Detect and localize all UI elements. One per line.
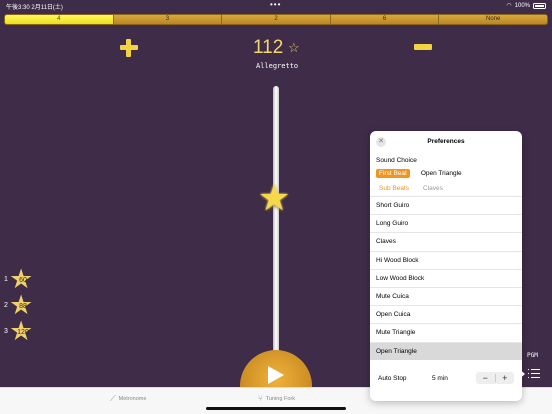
sound-option[interactable]: Open Cuica: [370, 305, 522, 323]
sound-option[interactable]: Long Guiro: [370, 214, 522, 232]
battery-label: 100%: [514, 2, 530, 9]
auto-stop-label: Auto Stop: [378, 375, 407, 382]
tuning-fork-icon: ⑂: [258, 394, 263, 403]
first-beat-row: First Beat Open Triangle: [376, 169, 465, 178]
sound-choice-label: Sound Choice: [376, 157, 417, 164]
tempo-increase-button[interactable]: [120, 39, 138, 57]
beat-selector[interactable]: 4 3 2 6 None: [4, 14, 548, 25]
auto-stop-stepper[interactable]: − +: [476, 372, 514, 384]
first-beat-sound: Open Triangle: [420, 170, 462, 177]
popover-title: Preferences: [427, 138, 465, 145]
beat-option-3[interactable]: 3: [113, 15, 223, 24]
stepper-decrement-button[interactable]: −: [476, 372, 495, 384]
preset-index: 3: [4, 328, 8, 335]
status-right: ◠ 100%: [506, 2, 546, 9]
tempo-slider-track[interactable]: [273, 86, 279, 386]
preferences-popover: ✕ Preferences Sound Choice First Beat Op…: [370, 131, 522, 401]
sub-beats-sound: Claves: [423, 185, 443, 192]
preset-2[interactable]: 2 ★ 88: [4, 292, 34, 319]
tempo-slider-thumb-star-icon[interactable]: ★: [258, 180, 290, 216]
beat-option-2[interactable]: 2: [222, 15, 331, 24]
preset-value: 88: [19, 303, 27, 310]
stepper-increment-button[interactable]: +: [496, 372, 515, 384]
sound-option[interactable]: Mute Cuica: [370, 286, 522, 305]
first-beat-tab[interactable]: First Beat: [376, 169, 410, 178]
play-icon: [268, 366, 284, 384]
tempo-name: Allegretto: [256, 62, 299, 70]
bpm-value: 112: [253, 37, 284, 58]
preferences-list-icon[interactable]: [528, 368, 540, 378]
preset-index: 1: [4, 276, 8, 283]
home-indicator: [206, 407, 346, 410]
tab-tuning-fork[interactable]: ⑂ Tuning Fork: [258, 394, 295, 403]
favorite-star-icon[interactable]: ☆: [288, 40, 300, 56]
status-time: 午後3:30 2月11日(土): [6, 5, 63, 11]
sound-option[interactable]: Low Wood Block: [370, 268, 522, 287]
auto-stop-value: 5 min: [432, 375, 448, 382]
preset-1[interactable]: 1 ★ 60: [4, 266, 34, 293]
multitasking-dots[interactable]: •••: [270, 0, 281, 9]
auto-stop-row: Auto Stop 5 min − +: [370, 368, 522, 390]
metronome-icon: ⟋: [110, 394, 116, 403]
sound-options-list: Short Guiro Long Guiro Claves Hi Wood Bl…: [370, 196, 522, 360]
pgm-label[interactable]: PGM: [527, 352, 538, 359]
preset-3[interactable]: 3 ★ 120: [4, 318, 34, 345]
preset-index: 2: [4, 302, 8, 309]
beat-option-none[interactable]: None: [439, 15, 547, 24]
sound-option-selected[interactable]: Open Triangle: [370, 341, 522, 360]
sub-beats-row: Sub Beats Claves: [376, 184, 446, 193]
sound-option[interactable]: Hi Wood Block: [370, 250, 522, 269]
beat-option-4[interactable]: 4: [5, 15, 114, 24]
beat-option-6[interactable]: 6: [330, 15, 440, 24]
battery-icon: [533, 2, 546, 9]
sound-option[interactable]: Claves: [370, 232, 522, 250]
wifi-icon: ◠: [506, 3, 512, 9]
sound-option[interactable]: Mute Triangle: [370, 323, 522, 341]
tempo-decrease-button[interactable]: [414, 44, 432, 50]
tab-metronome[interactable]: ⟋ Metronome: [110, 394, 146, 404]
sound-option[interactable]: Short Guiro: [370, 196, 522, 214]
preset-value: 60: [19, 277, 27, 284]
sub-beats-tab[interactable]: Sub Beats: [376, 184, 412, 193]
popover-arrow: [518, 368, 525, 380]
preset-value: 120: [17, 329, 29, 336]
status-bar: 午後3:30 2月11日(土) ••• ◠ 100%: [0, 0, 552, 12]
